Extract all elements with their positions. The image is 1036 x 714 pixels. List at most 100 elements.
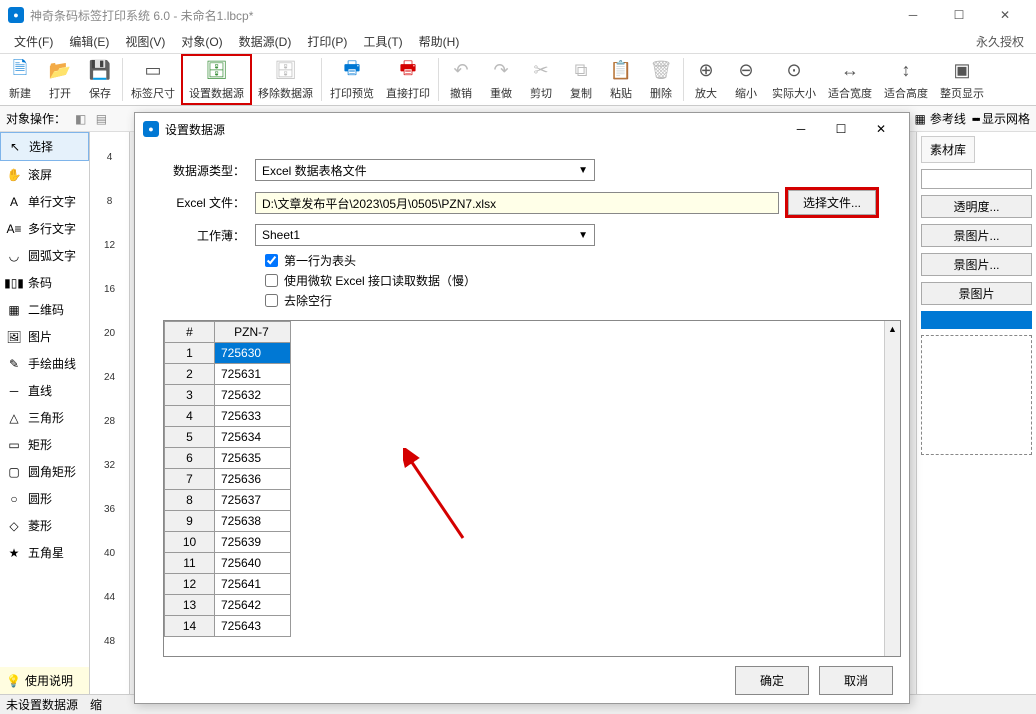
menu-item[interactable]: 编辑(E): [61, 32, 117, 52]
help-tip[interactable]: 💡使用说明: [0, 667, 89, 694]
transparency-button[interactable]: 透明度...: [921, 195, 1032, 218]
tool-矩形[interactable]: ▭矩形: [0, 431, 89, 458]
toolbar-保存[interactable]: 💾保存: [80, 54, 120, 105]
tool-圆角矩形[interactable]: ▢圆角矩形: [0, 458, 89, 485]
menu-item[interactable]: 对象(O): [173, 32, 230, 52]
toolbar-打印预览[interactable]: 🖶打印预览: [324, 54, 380, 105]
menu-item[interactable]: 打印(P): [299, 32, 355, 52]
show-grid-button[interactable]: ▪▪▪ 显示网格: [972, 110, 1030, 127]
table-row[interactable]: 3725632: [165, 385, 291, 406]
tool-图片[interactable]: 🖼图片: [0, 323, 89, 350]
cell-value[interactable]: 725634: [215, 427, 291, 448]
toolbar-新建[interactable]: 🗎新建: [0, 54, 40, 105]
table-row[interactable]: 9725638: [165, 511, 291, 532]
layers-icon[interactable]: ▤: [96, 112, 107, 126]
toolbar-直接打印[interactable]: 🖶直接打印: [380, 54, 436, 105]
cell-value[interactable]: 725631: [215, 364, 291, 385]
toolbar-缩小[interactable]: ⊖缩小: [726, 54, 766, 105]
remove-empty-checkbox-row[interactable]: 去除空行: [265, 292, 879, 309]
scrollbar[interactable]: ▲: [884, 321, 900, 656]
bg-image-button-2[interactable]: 景图片...: [921, 253, 1032, 276]
col-index[interactable]: #: [165, 322, 215, 343]
toolbar-粘贴[interactable]: 📋粘贴: [601, 54, 641, 105]
toolbar-适合高度[interactable]: ↕适合高度: [878, 54, 934, 105]
table-row[interactable]: 12725641: [165, 574, 291, 595]
material-tab[interactable]: 素材库: [921, 136, 975, 163]
menu-item[interactable]: 工具(T): [355, 32, 410, 52]
cancel-button[interactable]: 取消: [819, 666, 893, 695]
type-combo[interactable]: Excel 数据表格文件▼: [255, 159, 595, 181]
cell-value[interactable]: 725636: [215, 469, 291, 490]
toolbar-剪切[interactable]: ✂剪切: [521, 54, 561, 105]
tool-滚屏[interactable]: ✋滚屏: [0, 161, 89, 188]
table-row[interactable]: 13725642: [165, 595, 291, 616]
toolbar-整页显示[interactable]: ▣整页显示: [934, 54, 990, 105]
table-row[interactable]: 2725631: [165, 364, 291, 385]
cell-value[interactable]: 725633: [215, 406, 291, 427]
data-table[interactable]: # PZN-7 17256302725631372563247256335725…: [163, 320, 901, 657]
tool-单行文字[interactable]: A单行文字: [0, 188, 89, 215]
table-row[interactable]: 1725630: [165, 343, 291, 364]
tool-圆形[interactable]: ○圆形: [0, 485, 89, 512]
cell-value[interactable]: 725643: [215, 616, 291, 637]
toolbar-撤销[interactable]: ↶撤销: [441, 54, 481, 105]
dialog-close-button[interactable]: ✕: [861, 113, 901, 145]
toolbar-设置数据源[interactable]: 🗄设置数据源: [181, 54, 252, 105]
table-row[interactable]: 8725637: [165, 490, 291, 511]
layer-icon[interactable]: ◧: [75, 112, 86, 126]
bg-image-button-3[interactable]: 景图片: [921, 282, 1032, 305]
toolbar-实际大小[interactable]: ⊙实际大小: [766, 54, 822, 105]
reference-lines-button[interactable]: ▦参考线: [915, 110, 966, 127]
tool-选择[interactable]: ↖选择: [0, 132, 89, 161]
menu-item[interactable]: 视图(V): [117, 32, 173, 52]
bg-image-button-1[interactable]: 景图片...: [921, 224, 1032, 247]
tool-多行文字[interactable]: A≡多行文字: [0, 215, 89, 242]
header-checkbox[interactable]: [265, 254, 278, 267]
toolbar-打开[interactable]: 📂打开: [40, 54, 80, 105]
table-row[interactable]: 4725633: [165, 406, 291, 427]
msexcel-checkbox[interactable]: [265, 274, 278, 287]
toolbar-移除数据源[interactable]: 🗄移除数据源: [252, 54, 319, 105]
tool-三角形[interactable]: △三角形: [0, 404, 89, 431]
table-row[interactable]: 11725640: [165, 553, 291, 574]
tool-二维码[interactable]: ▦二维码: [0, 296, 89, 323]
dialog-minimize-button[interactable]: ─: [781, 113, 821, 145]
tool-手绘曲线[interactable]: ✎手绘曲线: [0, 350, 89, 377]
msexcel-checkbox-row[interactable]: 使用微软 Excel 接口读取数据（慢）: [265, 272, 879, 289]
cell-value[interactable]: 725641: [215, 574, 291, 595]
tool-条码[interactable]: ▮▯▮条码: [0, 269, 89, 296]
toolbar-适合宽度[interactable]: ↔适合宽度: [822, 54, 878, 105]
menu-item[interactable]: 数据源(D): [231, 32, 300, 52]
table-row[interactable]: 10725639: [165, 532, 291, 553]
col-header[interactable]: PZN-7: [215, 322, 291, 343]
toolbar-标签尺寸[interactable]: ▭标签尺寸: [125, 54, 181, 105]
maximize-button[interactable]: ☐: [936, 0, 982, 30]
sheet-combo[interactable]: Sheet1▼: [255, 224, 595, 246]
menu-item[interactable]: 文件(F): [6, 32, 61, 52]
tool-菱形[interactable]: ◇菱形: [0, 512, 89, 539]
toolbar-复制[interactable]: ⧉复制: [561, 54, 601, 105]
toolbar-重做[interactable]: ↷重做: [481, 54, 521, 105]
cell-value[interactable]: 725630: [215, 343, 291, 364]
close-button[interactable]: ✕: [982, 0, 1028, 30]
cell-value[interactable]: 725640: [215, 553, 291, 574]
toolbar-放大[interactable]: ⊕放大: [686, 54, 726, 105]
cell-value[interactable]: 725638: [215, 511, 291, 532]
scroll-up-icon[interactable]: ▲: [885, 321, 900, 337]
material-combo[interactable]: [921, 169, 1032, 189]
choose-file-button[interactable]: 选择文件...: [788, 190, 876, 215]
toolbar-删除[interactable]: 🗑删除: [641, 54, 681, 105]
cell-value[interactable]: 725639: [215, 532, 291, 553]
cell-value[interactable]: 725632: [215, 385, 291, 406]
tool-直线[interactable]: ─直线: [0, 377, 89, 404]
minimize-button[interactable]: ─: [890, 0, 936, 30]
header-checkbox-row[interactable]: 第一行为表头: [265, 252, 879, 269]
table-row[interactable]: 7725636: [165, 469, 291, 490]
dialog-maximize-button[interactable]: ☐: [821, 113, 861, 145]
cell-value[interactable]: 725642: [215, 595, 291, 616]
table-row[interactable]: 5725634: [165, 427, 291, 448]
menu-item[interactable]: 帮助(H): [411, 32, 468, 52]
ok-button[interactable]: 确定: [735, 666, 809, 695]
cell-value[interactable]: 725635: [215, 448, 291, 469]
cell-value[interactable]: 725637: [215, 490, 291, 511]
